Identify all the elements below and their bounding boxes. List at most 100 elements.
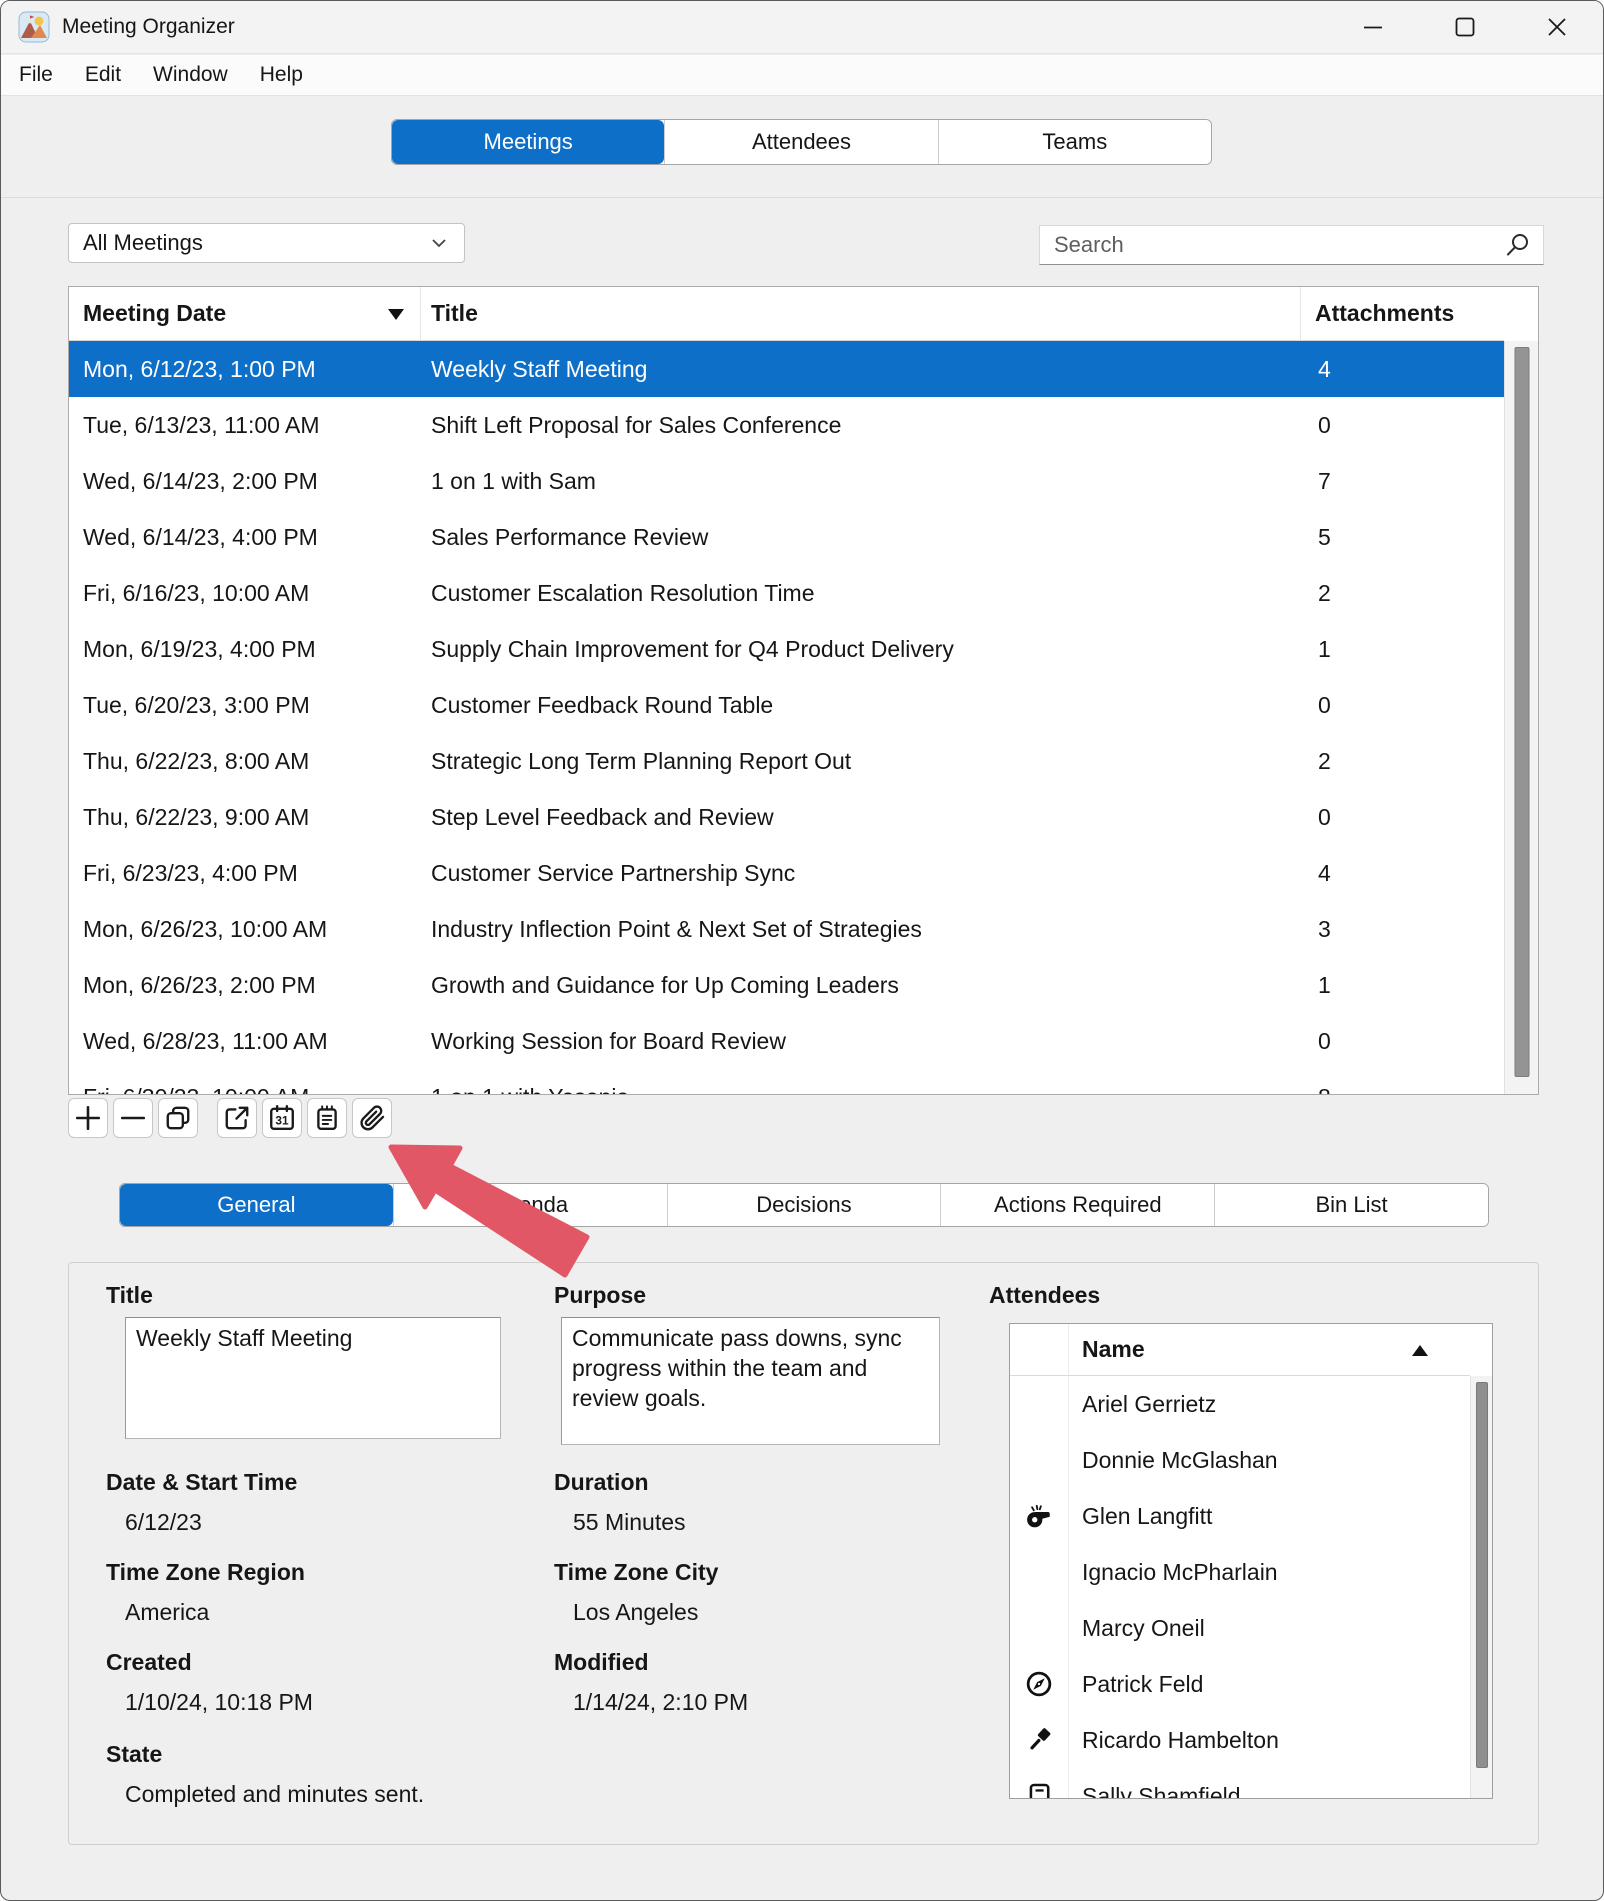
table-row[interactable]: Fri, 6/23/23, 4:00 PMCustomer Service Pa… bbox=[69, 845, 1504, 901]
meetings-scrollbar-thumb[interactable] bbox=[1514, 347, 1529, 1077]
window-title: Meeting Organizer bbox=[62, 15, 235, 39]
attendee-row[interactable]: Marcy Oneil bbox=[1010, 1600, 1470, 1656]
plus-icon bbox=[74, 1104, 102, 1132]
duplicate-icon bbox=[164, 1104, 192, 1132]
table-row[interactable]: Tue, 6/20/23, 3:00 PMCustomer Feedback R… bbox=[69, 677, 1504, 733]
table-row[interactable]: Tue, 6/13/23, 11:00 AMShift Left Proposa… bbox=[69, 397, 1504, 453]
cell-attach: 5 bbox=[1301, 524, 1502, 551]
created-label: Created bbox=[106, 1649, 192, 1676]
delete-record-button[interactable] bbox=[113, 1098, 153, 1138]
detail-tab-bar: GeneralAgendaDecisionsActions RequiredBi… bbox=[119, 1183, 1489, 1227]
meetings-table-body: Mon, 6/12/23, 1:00 PMWeekly Staff Meetin… bbox=[69, 341, 1504, 1094]
tab-attendees[interactable]: Attendees bbox=[664, 120, 937, 164]
search-input[interactable] bbox=[1052, 231, 1503, 259]
close-icon[interactable] bbox=[1511, 1, 1603, 53]
attendees-scrollbar-thumb[interactable] bbox=[1476, 1382, 1488, 1768]
add-record-button[interactable] bbox=[68, 1098, 108, 1138]
meetings-filter-value: All Meetings bbox=[83, 230, 203, 256]
detail-tab-bin-list[interactable]: Bin List bbox=[1214, 1184, 1488, 1226]
attendee-row[interactable]: Patrick Feld bbox=[1010, 1656, 1470, 1712]
whistle-icon bbox=[1010, 1501, 1068, 1531]
cell-attach: 3 bbox=[1301, 916, 1502, 943]
detail-tab-actions-required[interactable]: Actions Required bbox=[940, 1184, 1214, 1226]
menu-edit[interactable]: Edit bbox=[85, 63, 121, 87]
attendee-name: Ricardo Hambelton bbox=[1068, 1727, 1279, 1754]
tab-meetings[interactable]: Meetings bbox=[392, 120, 664, 164]
meetings-filter-dropdown[interactable]: All Meetings bbox=[68, 223, 465, 263]
table-row[interactable]: Wed, 6/14/23, 4:00 PMSales Performance R… bbox=[69, 509, 1504, 565]
detail-tab-general[interactable]: General bbox=[120, 1184, 393, 1226]
table-row[interactable]: Mon, 6/19/23, 4:00 PMSupply Chain Improv… bbox=[69, 621, 1504, 677]
title-field[interactable]: Weekly Staff Meeting bbox=[125, 1317, 501, 1439]
attendee-row[interactable]: Ignacio McPharlain bbox=[1010, 1544, 1470, 1600]
attendee-name: Ariel Gerrietz bbox=[1068, 1391, 1216, 1418]
table-row[interactable]: Mon, 6/12/23, 1:00 PMWeekly Staff Meetin… bbox=[69, 341, 1504, 397]
cell-attach: 2 bbox=[1301, 748, 1502, 775]
cell-date: Mon, 6/26/23, 10:00 AM bbox=[69, 916, 421, 943]
attendee-row[interactable]: Ariel Gerrietz bbox=[1010, 1376, 1470, 1432]
attachment-button[interactable] bbox=[352, 1098, 392, 1138]
cell-date: Tue, 6/13/23, 11:00 AM bbox=[69, 412, 421, 439]
table-row[interactable]: Thu, 6/22/23, 8:00 AMStrategic Long Term… bbox=[69, 733, 1504, 789]
sort-asc-icon bbox=[1412, 1345, 1428, 1356]
menu-help[interactable]: Help bbox=[260, 63, 303, 87]
maximize-icon[interactable] bbox=[1419, 1, 1511, 53]
cell-title: Customer Service Partnership Sync bbox=[421, 860, 1301, 887]
window-controls bbox=[1327, 1, 1603, 53]
cell-date: Fri, 6/30/23, 10:00 AM bbox=[69, 1084, 421, 1095]
table-row[interactable]: Wed, 6/14/23, 2:00 PM1 on 1 with Sam7 bbox=[69, 453, 1504, 509]
open-record-button[interactable] bbox=[217, 1098, 257, 1138]
title-field-value: Weekly Staff Meeting bbox=[136, 1325, 352, 1351]
date-start-value: 6/12/23 bbox=[125, 1509, 202, 1536]
column-header-meeting-date[interactable]: Meeting Date bbox=[69, 287, 421, 340]
cell-date: Fri, 6/16/23, 10:00 AM bbox=[69, 580, 421, 607]
attendee-row[interactable]: Donnie McGlashan bbox=[1010, 1432, 1470, 1488]
cell-attach: 4 bbox=[1301, 860, 1502, 887]
tab-teams[interactable]: Teams bbox=[938, 120, 1211, 164]
cell-date: Wed, 6/14/23, 2:00 PM bbox=[69, 468, 421, 495]
cell-attach: 0 bbox=[1301, 692, 1502, 719]
duplicate-record-button[interactable] bbox=[158, 1098, 198, 1138]
cell-title: Customer Escalation Resolution Time bbox=[421, 580, 1301, 607]
attendee-row[interactable]: Ricardo Hambelton bbox=[1010, 1712, 1470, 1768]
menu-file[interactable]: File bbox=[19, 63, 53, 87]
sort-desc-icon bbox=[388, 309, 404, 320]
cell-title: 1 on 1 with Sam bbox=[421, 468, 1301, 495]
attendee-row[interactable]: Glen Langfitt bbox=[1010, 1488, 1470, 1544]
detail-tab-decisions[interactable]: Decisions bbox=[667, 1184, 941, 1226]
column-header-title[interactable]: Title bbox=[421, 287, 1301, 340]
search-icon bbox=[1503, 231, 1531, 259]
title-bar: Meeting Organizer bbox=[1, 1, 1603, 54]
notes-button[interactable] bbox=[307, 1098, 347, 1138]
cell-date: Wed, 6/28/23, 11:00 AM bbox=[69, 1028, 421, 1055]
date-start-label: Date & Start Time bbox=[106, 1469, 297, 1496]
minimize-icon[interactable] bbox=[1327, 1, 1419, 53]
meetings-table: Meeting Date Title Attachments Mon, 6/12… bbox=[68, 286, 1539, 1095]
meetings-table-header: Meeting Date Title Attachments bbox=[69, 287, 1504, 341]
attendee-name: Ignacio McPharlain bbox=[1068, 1559, 1278, 1586]
cell-attach: 1 bbox=[1301, 636, 1502, 663]
cell-title: Industry Inflection Point & Next Set of … bbox=[421, 916, 1301, 943]
search-box bbox=[1039, 225, 1544, 265]
cell-date: Mon, 6/12/23, 1:00 PM bbox=[69, 356, 421, 383]
cell-date: Thu, 6/22/23, 9:00 AM bbox=[69, 804, 421, 831]
detail-tab-agenda[interactable]: Agenda bbox=[393, 1184, 667, 1226]
purpose-field[interactable]: Communicate pass downs, sync progress wi… bbox=[561, 1317, 940, 1445]
attendees-name-column-header[interactable]: Name bbox=[1010, 1336, 1145, 1363]
purpose-label: Purpose bbox=[554, 1282, 646, 1309]
table-row[interactable]: Mon, 6/26/23, 2:00 PMGrowth and Guidance… bbox=[69, 957, 1504, 1013]
attendees-list: Name Ariel Gerrietz Donnie McGlashanGlen … bbox=[1009, 1323, 1493, 1799]
modified-label: Modified bbox=[554, 1649, 649, 1676]
calendar-button[interactable]: 31 bbox=[262, 1098, 302, 1138]
menu-window[interactable]: Window bbox=[153, 63, 228, 87]
table-row[interactable]: Fri, 6/16/23, 10:00 AMCustomer Escalatio… bbox=[69, 565, 1504, 621]
main-tab-bar: MeetingsAttendeesTeams bbox=[391, 119, 1212, 165]
column-header-attachments[interactable]: Attachments bbox=[1301, 287, 1502, 340]
attendee-row[interactable]: Sally Shamfield bbox=[1010, 1768, 1470, 1798]
state-value: Completed and minutes sent. bbox=[125, 1781, 424, 1808]
attendees-label: Attendees bbox=[989, 1282, 1100, 1309]
table-row[interactable]: Mon, 6/26/23, 10:00 AMIndustry Inflectio… bbox=[69, 901, 1504, 957]
table-row[interactable]: Wed, 6/28/23, 11:00 AMWorking Session fo… bbox=[69, 1013, 1504, 1069]
table-row-clipped[interactable]: Fri, 6/30/23, 10:00 AM1 on 1 with Yeseni… bbox=[69, 1069, 1504, 1094]
table-row[interactable]: Thu, 6/22/23, 9:00 AMStep Level Feedback… bbox=[69, 789, 1504, 845]
